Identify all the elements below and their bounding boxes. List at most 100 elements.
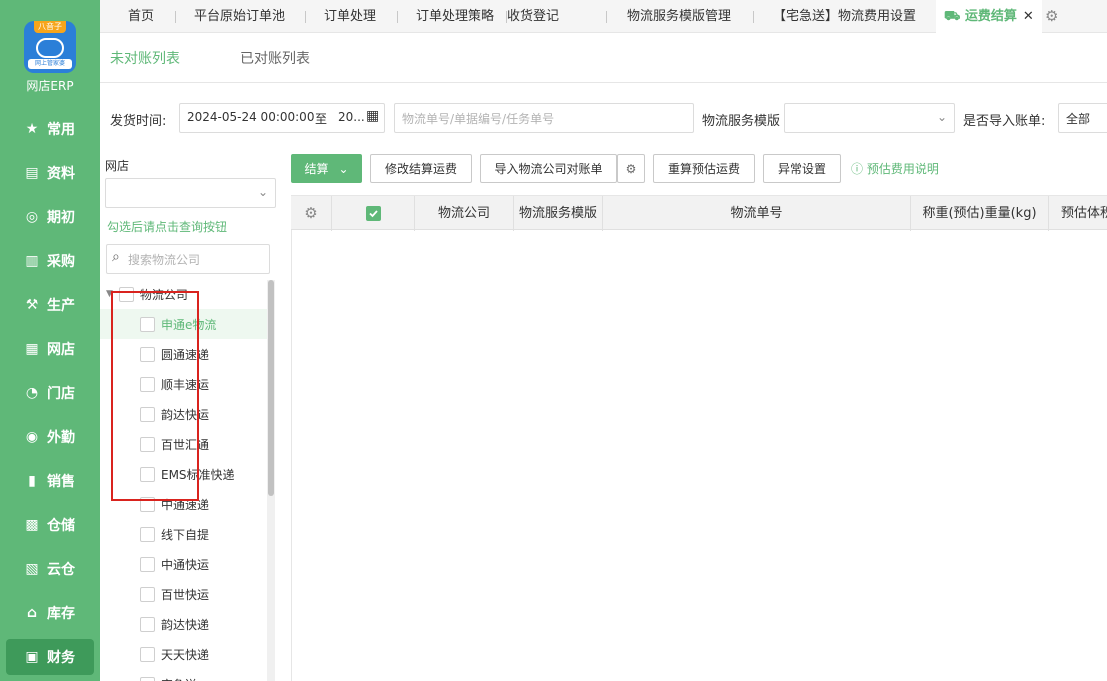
sidebar-item-4[interactable]: ⚒ 生产 [6,287,94,323]
col-est-volume[interactable]: 预估体积 [1049,196,1107,231]
company-label: 线下自提 [161,527,210,542]
sidebar-item-9[interactable]: ▩ 仓储 [6,507,94,543]
close-icon[interactable]: ✕ [1023,9,1034,24]
company-item[interactable]: 天天快递 [100,639,267,669]
import-value: 全部 [1066,112,1091,126]
checkbox[interactable] [140,406,155,422]
sidebar-item-0[interactable]: ★ 常用 [6,111,94,147]
exception-button[interactable]: 异常设置 [763,154,841,183]
field-icon: ◉ [25,429,39,445]
tab-order-strategy[interactable]: 订单处理策略 [416,0,494,33]
app-logo[interactable]: 八音子 网上管家婆 [24,21,76,73]
sidebar-item-5[interactable]: ▦ 网店 [6,331,94,367]
select-all-checkbox[interactable] [332,196,415,231]
gear-icon[interactable]: ⚙ [291,196,332,231]
sidebar-item-2[interactable]: ◎ 期初 [6,199,94,235]
checkbox[interactable] [140,346,155,362]
template-select[interactable]: ⌄ [784,103,955,133]
sidebar-item-label: 库存 [47,606,75,622]
company-item[interactable]: 申通e物流 [100,309,267,339]
fee-info-label: 预估费用说明 [866,162,939,176]
checkbox[interactable] [140,316,155,332]
tab-order-pool[interactable]: 平台原始订单池 [194,0,285,33]
tab-receiving[interactable]: 收货登记 [507,0,559,33]
app-name: 网店ERP [26,79,74,93]
sidebar-item-11[interactable]: ⌂ 库存 [6,595,94,631]
tree-root[interactable]: ▼ 物流公司 [100,279,267,309]
sidebar-item-8[interactable]: ▮ 销售 [6,463,94,499]
caret-down-icon[interactable]: ▼ [106,289,113,299]
target-icon: ◎ [25,209,39,225]
recalc-button[interactable]: 重算预估运费 [653,154,755,183]
col-logistics-company[interactable]: 物流公司 [415,196,514,231]
sidebar-item-6[interactable]: ◔ 门店 [6,375,94,411]
ship-time-range[interactable]: 2024-05-24 00:00:00 至 20... ▦ [179,103,385,133]
checkbox[interactable] [140,526,155,542]
cloud-icon [36,38,64,58]
company-label: 宅急送 [161,676,197,681]
store-select[interactable]: ⌄ [105,178,276,208]
fee-info-link[interactable]: ⓘ 预估费用说明 [851,160,939,177]
company-item[interactable]: 宅急送 [100,669,267,681]
data-grid [291,195,1107,681]
sidebar-item-label: 网店 [47,342,75,358]
sidebar-item-3[interactable]: ▥ 采购 [6,243,94,279]
tab-freight-settlement[interactable]: ⛟ 运费结算 ✕ [936,0,1042,33]
col-tracking-number[interactable]: 物流单号 [603,196,911,231]
company-item[interactable]: 中通快运 [100,549,267,579]
col-weight[interactable]: 称重(预估)重量(kg) [911,196,1049,231]
company-label: 中通速递 [161,497,210,512]
tab-unreconciled[interactable]: 未对账列表 [110,48,180,68]
divider [100,82,1107,83]
checkbox[interactable] [140,616,155,632]
scrollbar-thumb[interactable] [268,280,274,496]
tab-home[interactable]: 首页 [128,0,154,33]
checkbox[interactable] [118,286,134,302]
checkbox[interactable] [140,466,155,482]
company-label: 韵达快递 [161,617,210,632]
store-label: 网店 [105,159,130,173]
company-item[interactable]: EMS标准快递 [100,459,267,489]
company-item[interactable]: 韵达快递 [100,609,267,639]
sidebar-item-12[interactable]: ▣ 财务 [6,639,94,675]
sidebar-item-7[interactable]: ◉ 外勤 [6,419,94,455]
company-item[interactable]: 百世汇通 [100,429,267,459]
company-item[interactable]: 圆通速递 [100,339,267,369]
company-label: 中通快运 [161,557,210,572]
company-item[interactable]: 韵达快运 [100,399,267,429]
company-item[interactable]: 百世快运 [100,579,267,609]
import-bill-button[interactable]: 导入物流公司对账单 [480,154,617,183]
info-icon: ⓘ [851,162,864,176]
sidebar-item-label: 期初 [47,210,75,226]
ship-time-start: 2024-05-24 00:00:00 [187,110,315,124]
settle-button[interactable]: 结算 ⌄ [291,154,362,183]
company-item[interactable]: 顺丰速运 [100,369,267,399]
tab-logistics-template[interactable]: 物流服务模版管理 [627,0,731,33]
calendar-icon[interactable]: ▦ [366,108,379,124]
order-search-input[interactable]: 物流单号/单据编号/任务单号 [394,103,694,133]
modify-fee-button[interactable]: 修改结算运费 [370,154,472,183]
tab-order-processing[interactable]: 订单处理 [324,0,376,33]
checkbox[interactable] [140,376,155,392]
company-label: 百世快运 [161,587,210,602]
checkbox[interactable] [140,586,155,602]
checkbox[interactable] [140,496,155,512]
company-item[interactable]: 中通速递 [100,489,267,519]
gear-icon[interactable]: ⚙ [1045,0,1058,33]
sidebar-item-label: 门店 [47,386,75,402]
gear-icon[interactable]: ⚙ [617,154,645,183]
checkbox[interactable] [140,676,155,681]
tab-zjs-fee-setting[interactable]: 【宅急送】物流费用设置 [773,0,916,33]
checkbox[interactable] [140,436,155,452]
import-select[interactable]: 全部 [1058,103,1107,133]
col-logistics-template[interactable]: 物流服务模版 [514,196,603,231]
checkbox[interactable] [140,646,155,662]
sidebar-item-10[interactable]: ▧ 云仓 [6,551,94,587]
production-icon: ⚒ [25,297,39,313]
tab-reconciled[interactable]: 已对账列表 [240,48,310,68]
checkbox[interactable] [140,556,155,572]
company-search-input[interactable]: ⌕ 搜索物流公司 [106,244,270,274]
sidebar-item-1[interactable]: ▤ 资料 [6,155,94,191]
company-item[interactable]: 线下自提 [100,519,267,549]
tab-freight-settlement-label: 运费结算 [964,9,1017,24]
